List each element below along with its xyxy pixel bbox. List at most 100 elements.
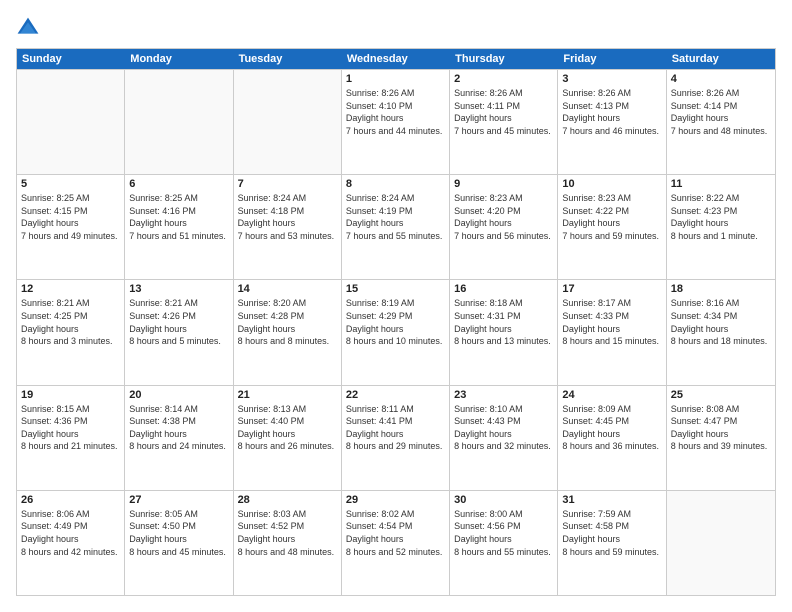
- day-info: Sunrise: 8:05 AMSunset: 4:50 PMDaylight …: [129, 508, 228, 558]
- day-info: Sunrise: 8:10 AMSunset: 4:43 PMDaylight …: [454, 403, 553, 453]
- day-info: Sunrise: 8:16 AMSunset: 4:34 PMDaylight …: [671, 297, 771, 347]
- weekday-header: Monday: [125, 49, 233, 69]
- day-number: 30: [454, 494, 553, 506]
- calendar-cell: 5Sunrise: 8:25 AMSunset: 4:15 PMDaylight…: [17, 175, 125, 279]
- calendar-cell: [17, 70, 125, 174]
- day-number: 10: [562, 178, 661, 190]
- calendar-cell: 30 Sunrise: 8:00 AMSunset: 4:56 PMDayligh…: [450, 491, 558, 595]
- day-number: 25: [671, 389, 771, 401]
- day-info: Sunrise: 8:13 AMSunset: 4:40 PMDaylight …: [238, 403, 337, 453]
- calendar-cell: 1Sunrise: 8:26 AMSunset: 4:10 PMDaylight…: [342, 70, 450, 174]
- calendar-row: 19Sunrise: 8:15 AMSunset: 4:36 PMDayligh…: [17, 385, 775, 490]
- day-number: 16: [454, 283, 553, 295]
- day-number: 21: [238, 389, 337, 401]
- day-info: Sunrise: 8:26 AMSunset: 4:13 PMDaylight …: [562, 87, 661, 137]
- day-info: Sunrise: 8:24 AMSunset: 4:18 PMDaylight …: [238, 192, 337, 242]
- calendar-cell: 4Sunrise: 8:26 AMSunset: 4:14 PMDaylight…: [667, 70, 775, 174]
- header: [16, 16, 776, 40]
- calendar-cell: 14 Sunrise: 8:20 AMSunset: 4:28 PMDayligh…: [234, 280, 342, 384]
- day-info: Sunrise: 8:25 AMSunset: 4:16 PMDaylight …: [129, 192, 228, 242]
- calendar-row: 1Sunrise: 8:26 AMSunset: 4:10 PMDaylight…: [17, 69, 775, 174]
- day-number: 5: [21, 178, 120, 190]
- day-info: Sunrise: 8:20 AMSunset: 4:28 PMDaylight …: [238, 297, 337, 347]
- calendar-cell: 8 Sunrise: 8:24 AMSunset: 4:19 PMDaylight…: [342, 175, 450, 279]
- calendar-cell: 10 Sunrise: 8:23 AMSunset: 4:22 PMDayligh…: [558, 175, 666, 279]
- day-info: Sunrise: 8:23 AMSunset: 4:22 PMDaylight …: [562, 192, 661, 242]
- day-info: Sunrise: 8:11 AMSunset: 4:41 PMDaylight …: [346, 403, 445, 453]
- weekday-header: Friday: [558, 49, 666, 69]
- day-number: 12: [21, 283, 120, 295]
- day-number: 24: [562, 389, 661, 401]
- day-info: Sunrise: 8:02 AMSunset: 4:54 PMDaylight …: [346, 508, 445, 558]
- day-number: 29: [346, 494, 445, 506]
- calendar-cell: [667, 491, 775, 595]
- day-info: Sunrise: 8:21 AMSunset: 4:25 PMDaylight …: [21, 297, 120, 347]
- day-info: Sunrise: 8:06 AMSunset: 4:49 PMDaylight …: [21, 508, 120, 558]
- day-number: 20: [129, 389, 228, 401]
- day-info: Sunrise: 8:15 AMSunset: 4:36 PMDaylight …: [21, 403, 120, 453]
- day-info: Sunrise: 8:09 AMSunset: 4:45 PMDaylight …: [562, 403, 661, 453]
- day-info: Sunrise: 8:26 AMSunset: 4:11 PMDaylight …: [454, 87, 553, 137]
- weekday-header: Sunday: [17, 49, 125, 69]
- day-info: Sunrise: 8:03 AMSunset: 4:52 PMDaylight …: [238, 508, 337, 558]
- day-number: 8: [346, 178, 445, 190]
- calendar-cell: 17Sunrise: 8:17 AMSunset: 4:33 PMDayligh…: [558, 280, 666, 384]
- day-info: Sunrise: 8:08 AMSunset: 4:47 PMDaylight …: [671, 403, 771, 453]
- day-number: 26: [21, 494, 120, 506]
- calendar-cell: 9Sunrise: 8:23 AMSunset: 4:20 PMDaylight…: [450, 175, 558, 279]
- day-number: 28: [238, 494, 337, 506]
- weekday-header: Wednesday: [342, 49, 450, 69]
- calendar-cell: 6 Sunrise: 8:25 AMSunset: 4:16 PMDaylight…: [125, 175, 233, 279]
- day-info: Sunrise: 8:14 AMSunset: 4:38 PMDaylight …: [129, 403, 228, 453]
- day-number: 27: [129, 494, 228, 506]
- calendar-cell: 25 Sunrise: 8:08 AMSunset: 4:47 PMDayligh…: [667, 386, 775, 490]
- weekday-header: Thursday: [450, 49, 558, 69]
- day-info: Sunrise: 8:22 AMSunset: 4:23 PMDaylight …: [671, 192, 771, 242]
- calendar-row: 12 Sunrise: 8:21 AMSunset: 4:25 PMDayligh…: [17, 279, 775, 384]
- calendar-header: SundayMondayTuesdayWednesdayThursdayFrid…: [17, 49, 775, 69]
- calendar-cell: 31Sunrise: 7:59 AMSunset: 4:58 PMDayligh…: [558, 491, 666, 595]
- day-number: 15: [346, 283, 445, 295]
- calendar-cell: 12 Sunrise: 8:21 AMSunset: 4:25 PMDayligh…: [17, 280, 125, 384]
- page: SundayMondayTuesdayWednesdayThursdayFrid…: [0, 0, 792, 612]
- day-info: Sunrise: 8:18 AMSunset: 4:31 PMDaylight …: [454, 297, 553, 347]
- day-number: 2: [454, 73, 553, 85]
- calendar-cell: 3 Sunrise: 8:26 AMSunset: 4:13 PMDaylight…: [558, 70, 666, 174]
- calendar-cell: 13Sunrise: 8:21 AMSunset: 4:26 PMDayligh…: [125, 280, 233, 384]
- calendar-row: 26 Sunrise: 8:06 AMSunset: 4:49 PMDayligh…: [17, 490, 775, 595]
- day-info: Sunrise: 8:26 AMSunset: 4:10 PMDaylight …: [346, 87, 445, 137]
- calendar-cell: 2 Sunrise: 8:26 AMSunset: 4:11 PMDaylight…: [450, 70, 558, 174]
- logo: [16, 16, 44, 40]
- day-number: 3: [562, 73, 661, 85]
- calendar-cell: 29 Sunrise: 8:02 AMSunset: 4:54 PMDayligh…: [342, 491, 450, 595]
- day-info: Sunrise: 8:00 AMSunset: 4:56 PMDaylight …: [454, 508, 553, 558]
- day-number: 7: [238, 178, 337, 190]
- calendar-row: 5Sunrise: 8:25 AMSunset: 4:15 PMDaylight…: [17, 174, 775, 279]
- day-number: 6: [129, 178, 228, 190]
- day-number: 22: [346, 389, 445, 401]
- calendar-cell: 11Sunrise: 8:22 AMSunset: 4:23 PMDayligh…: [667, 175, 775, 279]
- day-info: Sunrise: 8:21 AMSunset: 4:26 PMDaylight …: [129, 297, 228, 347]
- calendar-cell: 18 Sunrise: 8:16 AMSunset: 4:34 PMDayligh…: [667, 280, 775, 384]
- calendar-cell: 16 Sunrise: 8:18 AMSunset: 4:31 PMDayligh…: [450, 280, 558, 384]
- day-number: 23: [454, 389, 553, 401]
- day-info: Sunrise: 8:17 AMSunset: 4:33 PMDaylight …: [562, 297, 661, 347]
- calendar-cell: 28 Sunrise: 8:03 AMSunset: 4:52 PMDayligh…: [234, 491, 342, 595]
- logo-icon: [16, 16, 40, 40]
- calendar-cell: [234, 70, 342, 174]
- day-number: 14: [238, 283, 337, 295]
- calendar-cell: 20 Sunrise: 8:14 AMSunset: 4:38 PMDayligh…: [125, 386, 233, 490]
- calendar-cell: 26 Sunrise: 8:06 AMSunset: 4:49 PMDayligh…: [17, 491, 125, 595]
- calendar-body: 1Sunrise: 8:26 AMSunset: 4:10 PMDaylight…: [17, 69, 775, 595]
- calendar-cell: 24 Sunrise: 8:09 AMSunset: 4:45 PMDayligh…: [558, 386, 666, 490]
- weekday-header: Tuesday: [234, 49, 342, 69]
- calendar-cell: 21 Sunrise: 8:13 AMSunset: 4:40 PMDayligh…: [234, 386, 342, 490]
- calendar-cell: 7 Sunrise: 8:24 AMSunset: 4:18 PMDaylight…: [234, 175, 342, 279]
- day-info: Sunrise: 8:24 AMSunset: 4:19 PMDaylight …: [346, 192, 445, 242]
- day-number: 4: [671, 73, 771, 85]
- day-number: 18: [671, 283, 771, 295]
- calendar-cell: 27 Sunrise: 8:05 AMSunset: 4:50 PMDayligh…: [125, 491, 233, 595]
- calendar: SundayMondayTuesdayWednesdayThursdayFrid…: [16, 48, 776, 596]
- calendar-cell: [125, 70, 233, 174]
- day-info: Sunrise: 8:19 AMSunset: 4:29 PMDaylight …: [346, 297, 445, 347]
